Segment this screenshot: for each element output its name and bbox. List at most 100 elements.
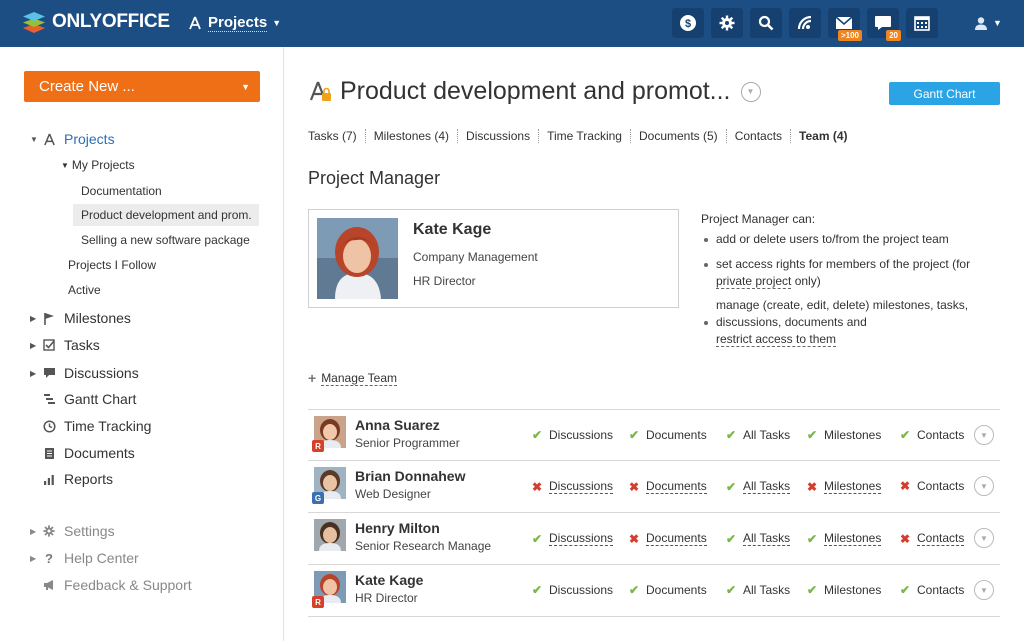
permission-label: Contacts	[917, 531, 965, 546]
svg-text:$: $	[685, 18, 691, 30]
sidebar-item-my-projects[interactable]: ▼ My Projects	[61, 154, 135, 176]
permission-all-tasks[interactable]: ✔ All Tasks	[725, 531, 791, 546]
check-icon: ✔	[899, 583, 911, 597]
permission-label: Discussions	[549, 479, 614, 494]
payment-icon: $	[680, 15, 696, 31]
permission-all-tasks: ✔ All Tasks	[725, 428, 790, 442]
sidebar-item-label: My Projects	[71, 158, 135, 172]
team-member-row: G Brian Donnahew Web Designer ✖ Discussions ✖…	[308, 461, 1000, 513]
feed-button[interactable]	[789, 8, 821, 38]
permission-documents[interactable]: ✖ Documents	[628, 479, 707, 494]
check-icon: ✔	[806, 428, 818, 442]
payment-button[interactable]: $	[672, 8, 704, 38]
tab-contacts[interactable]: Contacts	[725, 129, 790, 143]
triangle-right-icon: ▶	[30, 526, 37, 536]
member-name[interactable]: Henry Milton	[355, 520, 440, 536]
tab-tasks[interactable]: Tasks (7)	[308, 129, 365, 143]
calendar-button[interactable]	[906, 8, 938, 38]
sidebar-item-gantt-chart[interactable]: Gantt Chart	[30, 388, 136, 410]
sidebar-item-tasks[interactable]: ▶ Tasks	[30, 334, 100, 356]
sidebar-project-documentation[interactable]: Documentation	[73, 180, 259, 202]
feed-icon	[797, 15, 812, 30]
permission-label: All Tasks	[743, 428, 791, 442]
member-name[interactable]: Anna Suarez	[355, 417, 440, 433]
role-badge: R	[312, 440, 324, 452]
sidebar-item-milestones[interactable]: ▶ Milestones	[30, 307, 131, 329]
permission-label: Documents	[646, 479, 707, 494]
pm-photo[interactable]	[317, 218, 398, 299]
sidebar-item-time-tracking[interactable]: Time Tracking	[30, 415, 151, 437]
member-menu-button[interactable]: ▼	[974, 476, 994, 496]
cross-icon: ✖	[899, 531, 911, 546]
sidebar-item-active[interactable]: Active	[68, 279, 101, 301]
sidebar-item-projects-i-follow[interactable]: Projects I Follow	[68, 254, 156, 276]
sidebar-item-label: Discussions	[64, 365, 139, 381]
tab-time-tracking[interactable]: Time Tracking	[538, 129, 630, 143]
member-menu-button[interactable]: ▼	[974, 528, 994, 548]
tab-team[interactable]: Team (4)	[790, 129, 855, 143]
permission-label: Discussions	[549, 583, 614, 597]
pm-department: Company Management	[413, 250, 538, 264]
cross-icon: ✖	[531, 479, 543, 494]
manage-team-button[interactable]: + Manage Team	[308, 370, 398, 386]
project-menu-button[interactable]: ▼	[740, 81, 761, 102]
gantt-chart-button[interactable]: Gantt Chart	[889, 82, 1000, 105]
permission-discussions[interactable]: ✔ Discussions	[531, 531, 614, 546]
permission-discussions[interactable]: ✖ Discussions	[531, 479, 614, 494]
check-icon: ✔	[899, 428, 911, 442]
member-menu-button[interactable]: ▼	[974, 580, 994, 600]
calendar-icon	[914, 16, 930, 31]
private-project-link[interactable]: private project	[716, 274, 792, 289]
chevron-down-icon: ▼	[980, 481, 988, 491]
megaphone-icon	[40, 579, 58, 591]
permission-discussions: ✔ Discussions	[531, 428, 613, 442]
talk-button[interactable]: 20	[867, 8, 901, 41]
avatar[interactable]	[314, 519, 346, 551]
triangle-right-icon: ▶	[30, 340, 37, 350]
sidebar-item-documents[interactable]: Documents	[30, 442, 135, 464]
sidebar-item-label: Feedback & Support	[64, 577, 192, 593]
project-locked-icon	[309, 81, 331, 101]
triangle-down-icon: ▼	[61, 160, 69, 170]
permission-documents[interactable]: ✖ Documents	[628, 531, 707, 546]
module-switcher[interactable]: Projects ▼	[188, 14, 281, 32]
permission-contacts[interactable]: ✖ Contacts	[899, 531, 965, 546]
user-menu[interactable]: ▼	[974, 16, 1002, 30]
permission-all-tasks[interactable]: ✔ All Tasks	[725, 479, 791, 494]
member-menu-button[interactable]: ▼	[974, 425, 994, 445]
permission-label: All Tasks	[743, 479, 791, 494]
sidebar-item-help-center[interactable]: ▶ ? Help Center	[30, 547, 139, 569]
sidebar-item-settings[interactable]: ▶ Settings	[30, 520, 115, 542]
sidebar-item-discussions[interactable]: ▶ Discussions	[30, 362, 139, 384]
sidebar-item-label: Documents	[64, 445, 135, 461]
permission-contacts: ✖ Contacts	[899, 479, 964, 493]
module-label: Projects	[208, 14, 268, 32]
sidebar-project-product-development[interactable]: Product development and prom.	[73, 204, 259, 226]
search-icon	[758, 15, 774, 31]
sidebar-item-reports[interactable]: Reports	[30, 468, 113, 490]
member-name[interactable]: Brian Donnahew	[355, 468, 465, 484]
talk-icon	[875, 16, 891, 30]
sidebar-item-feedback[interactable]: Feedback & Support	[30, 574, 192, 596]
permission-milestones[interactable]: ✖ Milestones	[806, 479, 882, 494]
sidebar-project-selling-software[interactable]: Selling a new software package	[73, 229, 259, 251]
clock-icon	[40, 419, 58, 433]
tab-documents[interactable]: Documents (5)	[629, 129, 726, 143]
pm-name[interactable]: Kate Kage	[413, 221, 491, 239]
tab-milestones[interactable]: Milestones (4)	[364, 129, 457, 143]
search-button[interactable]	[750, 8, 782, 38]
mail-button[interactable]: >100	[828, 8, 862, 41]
member-name[interactable]: Kate Kage	[355, 572, 423, 588]
chevron-down-icon: ▼	[272, 18, 282, 28]
restrict-access-link[interactable]: restrict access to them	[716, 332, 837, 347]
member-title: HR Director	[355, 591, 418, 605]
settings-button[interactable]	[711, 8, 743, 38]
check-icon: ✔	[806, 531, 818, 546]
permission-label: Milestones	[824, 428, 882, 442]
permission-milestones[interactable]: ✔ Milestones	[806, 531, 882, 546]
logo[interactable]: ONLYOFFICE	[22, 10, 170, 34]
tab-discussions[interactable]: Discussions	[457, 129, 538, 143]
create-new-button[interactable]: Create New ... ▼	[24, 71, 260, 102]
permission-label: Milestones	[824, 583, 882, 597]
sidebar-item-projects[interactable]: ▼ Projects	[30, 128, 115, 150]
